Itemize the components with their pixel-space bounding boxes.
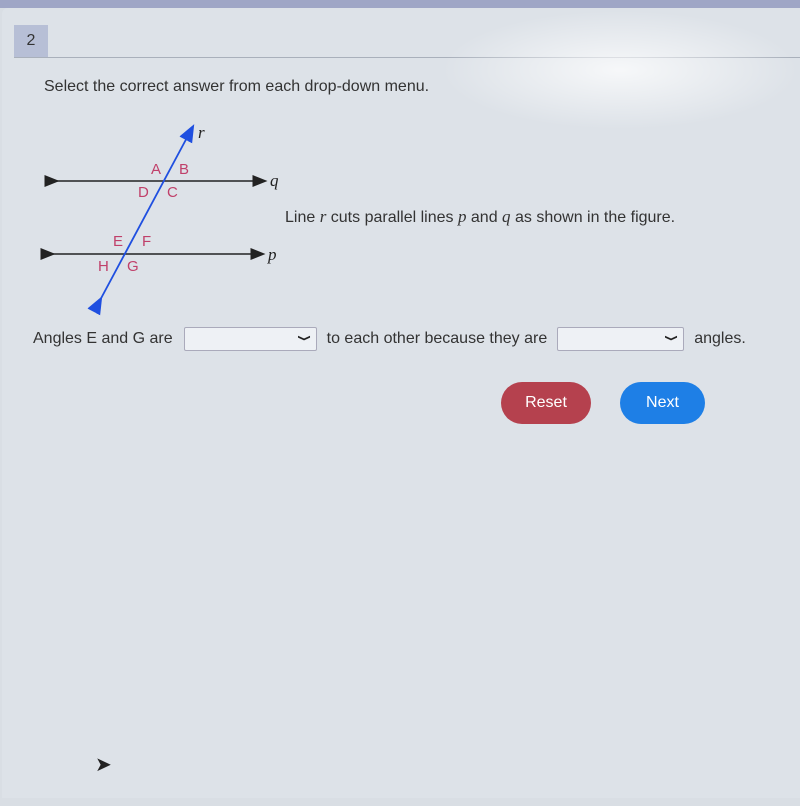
reset-button[interactable]: Reset xyxy=(501,382,591,424)
sentence-part-1: Angles E and G are xyxy=(33,330,173,347)
desc-text: as shown in the figure. xyxy=(510,209,676,226)
line-label-r: r xyxy=(198,123,205,142)
desc-text: and xyxy=(466,209,503,226)
angle-label-a: A xyxy=(151,161,161,178)
desc-text: cuts parallel lines xyxy=(326,209,458,226)
angle-label-e: E xyxy=(113,233,123,250)
sentence-part-3: angles. xyxy=(694,330,746,347)
angle-label-g: G xyxy=(127,258,139,275)
angle-label-f: F xyxy=(142,233,151,250)
angle-label-h: H xyxy=(98,258,109,275)
angle-label-b: B xyxy=(179,161,189,178)
desc-var-q: q xyxy=(502,207,511,226)
line-label-p: p xyxy=(267,245,277,264)
desc-text: Line xyxy=(285,209,320,226)
relationship-dropdown[interactable]: ❯ xyxy=(183,327,317,351)
parallel-lines-figure: A B D C E F H G r q p xyxy=(40,123,279,316)
line-r xyxy=(87,124,195,316)
sentence-part-2: to each other because they are xyxy=(326,330,548,347)
chevron-down-icon: ❯ xyxy=(297,334,312,342)
chevron-down-icon: ❯ xyxy=(665,334,680,342)
angle-label-d: D xyxy=(138,184,149,201)
answer-sentence: Angles E and G are ❯ to each other becau… xyxy=(33,326,746,352)
angle-label-c: C xyxy=(167,184,178,201)
angle-type-dropdown[interactable]: ❯ xyxy=(557,327,685,351)
mouse-cursor-icon: ➤ xyxy=(95,754,112,776)
line-label-q: q xyxy=(270,171,279,190)
next-button[interactable]: Next xyxy=(620,382,705,424)
figure-description: Line r cuts parallel lines p and q as sh… xyxy=(285,207,675,227)
